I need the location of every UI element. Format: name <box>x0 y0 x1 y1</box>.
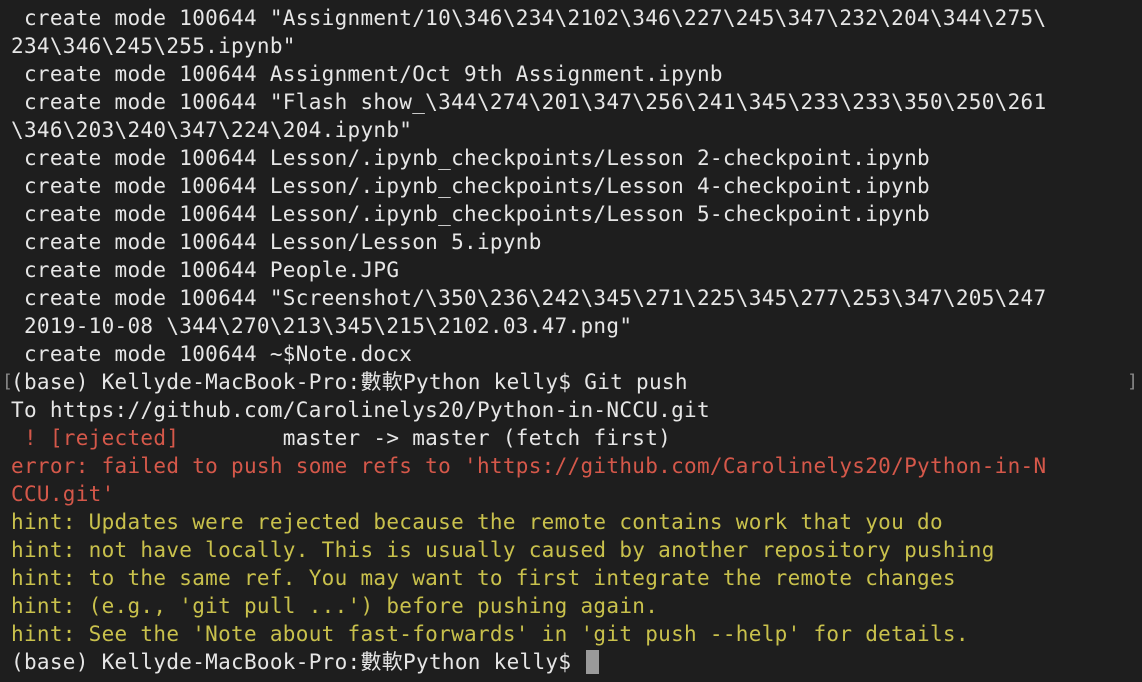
hint-line: hint: to the same ref. You may want to f… <box>11 566 956 590</box>
output-line: create mode 100644 People.JPG <box>11 258 400 282</box>
output-line: create mode 100644 ~$Note.docx <box>11 342 413 366</box>
terminal-window[interactable]: [ ] create mode 100644 "Assignment/10\34… <box>0 0 1142 682</box>
selection-bracket-right: ] <box>1127 371 1138 392</box>
rejected-detail: master -> master (fetch first) <box>179 426 672 450</box>
hint-line: hint: not have locally. This is usually … <box>11 538 995 562</box>
prompt-text: (base) Kellyde-MacBook-Pro:數軟Python kell… <box>11 650 585 674</box>
output-line: 234\346\245\255.ipynb" <box>11 34 296 58</box>
selection-bracket-left: [ <box>2 371 13 392</box>
prompt-line[interactable]: (base) Kellyde-MacBook-Pro:數軟Python kell… <box>11 648 1142 676</box>
output-line: create mode 100644 Lesson/.ipynb_checkpo… <box>11 146 930 170</box>
text-cursor <box>586 650 600 674</box>
output-line: create mode 100644 "Flash show_\344\274\… <box>11 90 1047 114</box>
command-line: (base) Kellyde-MacBook-Pro:數軟Python kell… <box>11 370 688 394</box>
output-line: To https://github.com/Carolinelys20/Pyth… <box>11 398 710 422</box>
rejected-label: ! [rejected] <box>11 426 180 450</box>
output-line: create mode 100644 Lesson/.ipynb_checkpo… <box>11 202 930 226</box>
hint-line: hint: (e.g., 'git pull ...') before push… <box>11 594 659 618</box>
output-line: create mode 100644 Assignment/Oct 9th As… <box>11 62 723 86</box>
hint-line: hint: See the 'Note about fast-forwards'… <box>11 622 969 646</box>
output-line: create mode 100644 "Assignment/10\346\23… <box>11 6 1047 30</box>
output-line: 2019-10-08 \344\270\213\345\215\2102.03.… <box>11 314 633 338</box>
error-line: error: failed to push some refs to 'http… <box>11 454 1047 478</box>
output-line: create mode 100644 Lesson/Lesson 5.ipynb <box>11 230 542 254</box>
hint-line: hint: Updates were rejected because the … <box>11 510 943 534</box>
error-line: CCU.git' <box>11 482 115 506</box>
rejected-line: ! [rejected] master -> master (fetch fir… <box>11 424 1142 452</box>
output-line: create mode 100644 "Screenshot/\350\236\… <box>11 286 1047 310</box>
output-line: create mode 100644 Lesson/.ipynb_checkpo… <box>11 174 930 198</box>
output-line: \346\203\240\347\224\204.ipynb" <box>11 118 413 142</box>
